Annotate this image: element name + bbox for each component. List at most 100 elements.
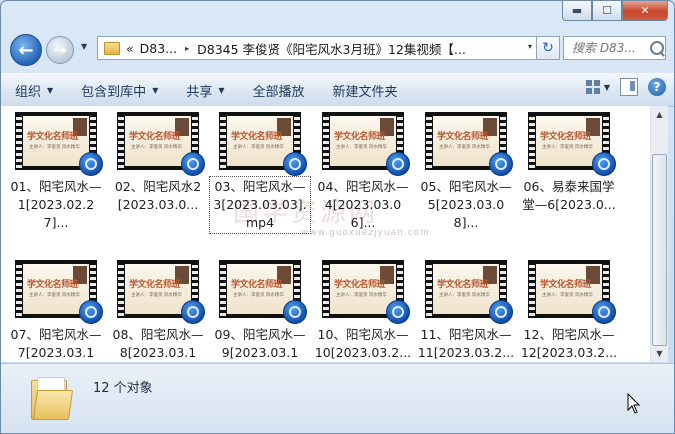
refresh-button[interactable]: ↻ bbox=[536, 36, 560, 60]
media-player-icon bbox=[283, 152, 307, 176]
file-list-view[interactable]: 国学资源网 www.guoxuezjyuan.com 学文化名师班 主讲人：李俊贤… bbox=[1, 106, 650, 362]
file-item[interactable]: 学文化名师班 主讲人：李俊贤 风水精华 12、阳宅风水—12[2023.03.2..… bbox=[520, 260, 618, 362]
organize-button[interactable]: 组织 ▼ bbox=[1, 74, 67, 106]
search-icon[interactable] bbox=[650, 41, 664, 55]
view-options-dropdown[interactable]: ▼ bbox=[604, 83, 610, 92]
video-thumbnail[interactable]: 学文化名师班 主讲人：李俊贤 风水精华 bbox=[425, 260, 513, 324]
thumbnail-subtitle: 主讲人：李俊贤 风水精华 bbox=[233, 293, 284, 298]
file-item[interactable]: 学文化名师班 主讲人：李俊贤 风水精华 05、阳宅风水—5[2023.03.08].… bbox=[417, 112, 515, 232]
thumbnail-subtitle: 主讲人：李俊贤 风水精华 bbox=[542, 293, 593, 298]
file-name[interactable]: 08、阳宅风水—8[2023.03.15]... bbox=[109, 326, 207, 362]
toolbar-right: ▼ ? bbox=[585, 78, 666, 96]
video-thumbnail[interactable]: 学文化名师班 主讲人：李俊贤 风水精华 bbox=[528, 112, 616, 176]
file-name[interactable]: 03、阳宅风水—3[2023.03.03].mp4 bbox=[209, 176, 311, 234]
recent-pages-dropdown[interactable]: ▼ bbox=[81, 42, 87, 51]
video-thumbnail[interactable]: 学文化名师班 主讲人：李俊贤 风水精华 bbox=[117, 260, 205, 324]
new-folder-label: 新建文件夹 bbox=[332, 84, 398, 100]
thumbnail-title: 学文化名师班 bbox=[27, 280, 79, 290]
film-strip-left bbox=[426, 114, 432, 168]
address-prefix[interactable]: « bbox=[126, 41, 134, 56]
thumbnail-subtitle: 主讲人：李俊贤 风水精华 bbox=[336, 293, 387, 298]
media-player-icon bbox=[181, 300, 205, 324]
preview-pane-icon[interactable] bbox=[620, 78, 638, 96]
thumbnail-title: 学文化名师班 bbox=[129, 132, 181, 142]
file-name[interactable]: 06、易泰来国学堂—6[2023.0... bbox=[520, 178, 618, 214]
thumbnail-subtitle: 主讲人：李俊贤 风水精华 bbox=[29, 145, 80, 150]
video-thumbnail[interactable]: 学文化名师班 主讲人：李俊贤 风水精华 bbox=[219, 260, 307, 324]
video-thumbnail[interactable]: 学文化名师班 主讲人：李俊贤 风水精华 bbox=[425, 112, 513, 176]
vertical-scrollbar[interactable]: ▲ ▼ bbox=[650, 106, 668, 362]
media-player-icon bbox=[79, 300, 103, 324]
change-view-icon[interactable] bbox=[585, 80, 600, 94]
file-name[interactable]: 07、阳宅风水—7[2023.03.13]... bbox=[7, 326, 105, 362]
file-name[interactable]: 11、阳宅风水—11[2023.03.2... bbox=[417, 326, 515, 362]
scroll-up-button[interactable]: ▲ bbox=[651, 106, 668, 123]
file-name[interactable]: 02、阳宅风水2[2023.03.0... bbox=[109, 178, 207, 214]
media-player-icon bbox=[79, 152, 103, 176]
back-button[interactable]: ← bbox=[10, 34, 42, 66]
media-player-icon bbox=[181, 152, 205, 176]
address-dropdown-icon[interactable]: ▾ bbox=[528, 42, 532, 51]
breadcrumb-parent[interactable]: D83... bbox=[140, 41, 177, 56]
file-item[interactable]: 学文化名师班 主讲人：李俊贤 风水精华 03、阳宅风水—3[2023.03.03].… bbox=[209, 112, 311, 234]
file-name[interactable]: 12、阳宅风水—12[2023.03.2... bbox=[520, 326, 618, 362]
video-thumbnail[interactable]: 学文化名师班 主讲人：李俊贤 风水精华 bbox=[15, 260, 103, 324]
film-strip-left bbox=[16, 114, 22, 168]
refresh-icon: ↻ bbox=[542, 40, 554, 56]
thumbnail-subtitle: 主讲人：李俊贤 风水精华 bbox=[131, 145, 182, 150]
file-item[interactable]: 学文化名师班主讲人：李俊贤 风水精华08、阳宅风水—8[2023.03.15].… bbox=[109, 260, 207, 362]
video-thumbnail[interactable]: 学文化名师班主讲人：李俊贤 风水精华 bbox=[322, 112, 410, 176]
play-all-button[interactable]: 全部播放 bbox=[239, 74, 319, 106]
chevron-down-icon: ▼ bbox=[47, 85, 54, 95]
thumbnail-title: 学文化名师班 bbox=[437, 280, 489, 290]
search-box[interactable] bbox=[563, 36, 666, 60]
scroll-down-button[interactable]: ▼ bbox=[651, 345, 668, 362]
file-item[interactable]: 学文化名师班 主讲人：李俊贤 风水精华 10、阳宅风水—10[2023.03.2..… bbox=[314, 260, 412, 362]
search-input[interactable] bbox=[570, 40, 646, 56]
video-thumbnail[interactable]: 学文化名师班主讲人：李俊贤 风水精华 bbox=[322, 260, 410, 324]
thumbnail-title: 学文化名师班 bbox=[540, 280, 592, 290]
file-item[interactable]: 学文化名师班主讲人：李俊贤 风水精华09、阳宅风水—9[2023.03.17].… bbox=[211, 260, 309, 362]
maximize-button[interactable]: ☐ bbox=[592, 1, 622, 21]
new-folder-button[interactable]: 新建文件夹 bbox=[319, 74, 412, 106]
file-item[interactable]: 学文化名师班 主讲人：李俊贤 风水精华 06、易泰来国学堂—6[2023.0... bbox=[520, 112, 618, 214]
file-name[interactable]: 09、阳宅风水—9[2023.03.17]... bbox=[211, 326, 309, 362]
breadcrumb-current[interactable]: D8345 李俊贤《阳宅风水3月班》12集视频【... bbox=[197, 39, 515, 58]
close-button[interactable]: ✕ bbox=[622, 1, 668, 21]
folder-large-icon bbox=[31, 376, 74, 420]
command-bar: 组织 ▼ 包含到库中 ▼ 共享 ▼ 全部播放 新建文件夹 ▼ ? bbox=[1, 73, 674, 107]
video-thumbnail[interactable]: 学文化名师班 主讲人：李俊贤 风水精华 bbox=[15, 112, 103, 176]
include-in-library-label: 包含到库中 bbox=[81, 84, 147, 100]
folder-icon bbox=[104, 41, 120, 55]
video-thumbnail[interactable]: 学文化名师班 主讲人：李俊贤 风水精华 bbox=[219, 112, 307, 176]
forward-button[interactable]: → bbox=[46, 36, 74, 64]
help-button[interactable]: ? bbox=[648, 78, 666, 96]
file-item[interactable]: 学文化名师班 主讲人：李俊贤 风水精华 11、阳宅风水—11[2023.03.2..… bbox=[417, 260, 515, 362]
file-name[interactable]: 05、阳宅风水—5[2023.03.08]... bbox=[417, 178, 515, 232]
file-item[interactable]: 学文化名师班 主讲人：李俊贤 风水精华 01、阳宅风水—1[2023.02.27].… bbox=[7, 112, 105, 232]
file-name[interactable]: 10、阳宅风水—10[2023.03.2... bbox=[314, 326, 412, 362]
thumbnail-title: 学文化名师班 bbox=[334, 132, 386, 142]
share-label: 共享 bbox=[186, 84, 213, 100]
video-thumbnail[interactable]: 学文化名师班主讲人：李俊贤 风水精华 bbox=[528, 260, 616, 324]
file-item[interactable]: 学文化名师班 主讲人：李俊贤 风水精华 02、阳宅风水2[2023.03.0... bbox=[109, 112, 207, 214]
media-player-icon bbox=[592, 300, 616, 324]
file-item[interactable]: 学文化名师班 主讲人：李俊贤 风水精华 04、阳宅风水—4[2023.03.06].… bbox=[314, 112, 412, 232]
help-icon: ? bbox=[653, 80, 661, 94]
minimize-button[interactable]: ▬ bbox=[562, 1, 592, 21]
share-button[interactable]: 共享 ▼ bbox=[172, 74, 238, 106]
thumbnail-title: 学文化名师班 bbox=[334, 280, 386, 290]
scrollbar-thumb[interactable] bbox=[652, 154, 667, 346]
thumbnail-subtitle: 主讲人：李俊贤 风水精华 bbox=[336, 145, 387, 150]
file-name[interactable]: 04、阳宅风水—4[2023.03.06]... bbox=[314, 178, 412, 232]
media-player-icon bbox=[489, 300, 513, 324]
address-bar[interactable]: « D83... ▸ D8345 李俊贤《阳宅风水3月班》12集视频【... ▾ bbox=[97, 36, 537, 60]
file-name[interactable]: 01、阳宅风水—1[2023.02.27]... bbox=[7, 178, 105, 232]
thumbnail-title: 学文化名师班 bbox=[540, 132, 592, 142]
play-all-label: 全部播放 bbox=[252, 84, 305, 100]
include-in-library-button[interactable]: 包含到库中 ▼ bbox=[67, 74, 172, 106]
chevron-down-icon: ▼ bbox=[218, 85, 225, 95]
breadcrumb-separator-icon[interactable]: ▸ bbox=[185, 44, 189, 53]
file-item[interactable]: 学文化名师班主讲人：李俊贤 风水精华07、阳宅风水—7[2023.03.13].… bbox=[7, 260, 105, 362]
video-thumbnail[interactable]: 学文化名师班主讲人：李俊贤 风水精华 bbox=[117, 112, 205, 176]
